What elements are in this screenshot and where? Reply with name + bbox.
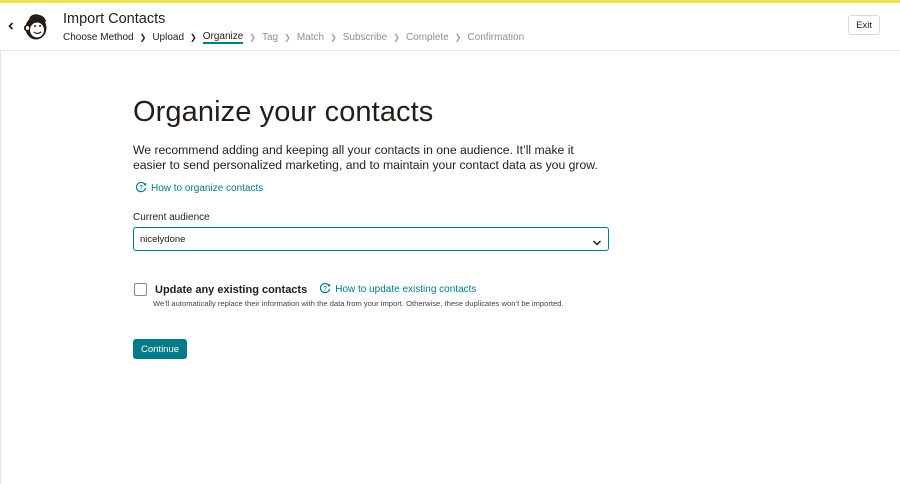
main-content: Organize your contacts We recommend addi…	[133, 96, 613, 359]
chevron-right-icon: ❯	[330, 33, 337, 42]
update-existing-label[interactable]: Update any existing contacts	[155, 284, 307, 296]
breadcrumb-upload[interactable]: Upload	[152, 32, 184, 43]
breadcrumb-tag: Tag	[262, 32, 279, 43]
how-to-update-link[interactable]: ? How to update existing contacts	[319, 282, 476, 297]
chevron-down-icon	[592, 234, 602, 252]
breadcrumb-match: Match	[296, 32, 325, 43]
chevron-right-icon: ❯	[454, 33, 462, 42]
page-header-title: Import Contacts	[63, 11, 166, 27]
intro-text: We recommend adding and keeping all your…	[133, 143, 598, 172]
breadcrumb: Choose Method ❯ Upload ❯ Organize ❯ Tag …	[63, 31, 524, 44]
chevron-right-icon: ❯	[393, 33, 400, 42]
breadcrumb-choose-method[interactable]: Choose Method	[63, 32, 134, 43]
how-to-organize-link-text[interactable]: How to organize contacts	[151, 183, 263, 194]
update-existing-description: We’ll automatically replace their inform…	[153, 299, 564, 308]
svg-text:?: ?	[139, 185, 143, 191]
continue-button[interactable]: Continue	[133, 339, 188, 359]
how-to-update-link-text[interactable]: How to update existing contacts	[335, 284, 476, 295]
chevron-right-icon: ❯	[139, 33, 147, 42]
exit-button[interactable]: Exit	[848, 15, 880, 35]
page-title: Organize your contacts	[133, 96, 434, 128]
breadcrumb-organize[interactable]: Organize	[202, 31, 244, 44]
update-existing-label-text: Update any existing contacts	[155, 283, 308, 296]
header: Import Contacts Choose Method ❯ Upload ❯…	[0, 3, 900, 51]
back-chevron-icon[interactable]	[6, 19, 16, 31]
help-circle-icon: ?	[135, 181, 151, 196]
update-existing-row: Update any existing contacts ? How to up…	[134, 282, 476, 297]
help-circle-icon: ?	[319, 282, 335, 297]
how-to-organize-link[interactable]: ? How to organize contacts	[135, 181, 263, 196]
update-existing-checkbox[interactable]	[134, 283, 147, 296]
mailchimp-logo	[23, 13, 48, 41]
chevron-right-icon: ❯	[249, 33, 256, 42]
current-audience-label: Current audience	[133, 212, 210, 223]
audience-select[interactable]: nicelydone	[133, 227, 609, 251]
chevron-right-icon: ❯	[284, 33, 291, 42]
audience-select-value: nicelydone	[140, 233, 186, 245]
breadcrumb-complete: Complete	[405, 32, 449, 43]
breadcrumb-confirmation: Confirmation	[467, 32, 525, 43]
left-border	[0, 51, 1, 484]
chevron-right-icon: ❯	[190, 33, 197, 42]
breadcrumb-subscribe: Subscribe	[342, 32, 388, 43]
svg-text:?: ?	[324, 286, 328, 292]
